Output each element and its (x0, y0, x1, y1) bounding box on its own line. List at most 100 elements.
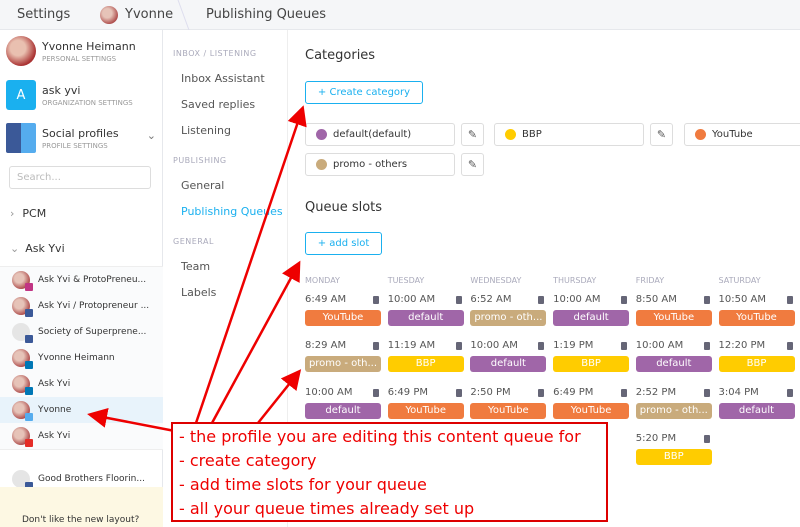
slot-category[interactable]: YouTube (718, 310, 795, 326)
category-name: BBP (522, 129, 542, 140)
nav-general[interactable]: General (181, 179, 224, 192)
edit-icon[interactable]: ✎ (461, 123, 484, 146)
organization-settings[interactable]: Aask yvi ORGANIZATION SETTINGS (6, 80, 133, 110)
nav-publishing-queues[interactable]: Publishing Queues (181, 205, 283, 218)
slot-time: 1:19 PM (553, 340, 594, 352)
category-name: default (333, 129, 369, 140)
profile-item[interactable]: Ask Yvi (0, 371, 163, 397)
trash-icon[interactable] (455, 388, 462, 397)
slot-category[interactable]: default (387, 310, 464, 326)
slot-category[interactable]: YouTube (635, 310, 712, 326)
chevron-right-icon: › (10, 207, 15, 220)
slot-category[interactable]: promo - oth... (305, 356, 381, 373)
trash-icon[interactable] (703, 434, 710, 443)
trash-icon[interactable] (538, 296, 545, 304)
profile-list: Ask Yvi & ProtoPreneu... Ask Yvi / Protop… (0, 266, 163, 450)
slot-category[interactable]: promo - oth... (635, 402, 712, 419)
edit-icon[interactable]: ✎ (650, 123, 673, 146)
nav-labels[interactable]: Labels (181, 286, 216, 299)
slot-category[interactable]: YouTube (305, 310, 381, 326)
breadcrumb-profile[interactable]: Yvonne (125, 7, 173, 22)
trash-icon[interactable] (373, 388, 379, 397)
slot-category[interactable]: BBP (718, 356, 795, 373)
profile-item[interactable]: Society of Superprene... (0, 319, 163, 345)
search-input[interactable]: Search... (9, 166, 151, 189)
slot-category[interactable]: default (718, 402, 795, 419)
trash-icon[interactable] (373, 342, 379, 351)
trash-icon[interactable] (703, 296, 710, 304)
annotation-box: - the profile you are editing this conte… (171, 422, 608, 522)
nav-inbox-assistant[interactable]: Inbox Assistant (181, 72, 265, 85)
slot-time: 6:49 PM (387, 386, 428, 398)
profile-item[interactable]: Ask Yvi & ProtoPreneu... (0, 267, 163, 293)
slot-category[interactable]: YouTube (470, 402, 547, 419)
profile-name: Ask Yvi (38, 379, 71, 389)
slot-category[interactable]: default (553, 310, 630, 326)
nav-saved-replies[interactable]: Saved replies (181, 98, 255, 111)
slot-category[interactable]: default (635, 356, 712, 373)
user-name: Yvonne Heimann (42, 39, 136, 53)
avatar (6, 36, 36, 66)
group-ask-yvi[interactable]: ⌄ Ask Yvi (10, 242, 65, 255)
trash-icon[interactable] (786, 296, 793, 304)
slot-category[interactable]: BBP (387, 356, 464, 373)
trash-icon[interactable] (373, 296, 379, 304)
chevron-down-icon[interactable]: ⌄ (147, 129, 156, 142)
social-profiles[interactable]: Social profiles PROFILE SETTINGS ⌄ (6, 123, 156, 153)
trash-icon[interactable] (621, 342, 628, 351)
default-label: (default) (368, 129, 412, 140)
day-header: FRIDAY (635, 276, 665, 285)
profile-avatar (12, 323, 33, 343)
linkedin-icon (25, 387, 33, 395)
personal-settings[interactable]: Yvonne Heimann PERSONAL SETTINGS (6, 36, 136, 66)
profile-item[interactable]: Yvonne (0, 397, 163, 423)
category-name: YouTube (712, 129, 753, 140)
profile-name: Ask Yvi & ProtoPreneu... (38, 275, 147, 285)
slot-category[interactable]: default (470, 356, 547, 373)
slot-time: 2:52 PM (635, 386, 677, 398)
breadcrumb-settings[interactable]: Settings (17, 7, 70, 22)
trash-icon[interactable] (786, 388, 793, 397)
slot-category[interactable]: promo - oth... (470, 310, 547, 326)
trash-icon[interactable] (621, 388, 628, 397)
slot-category[interactable]: YouTube (553, 402, 630, 419)
trash-icon[interactable] (455, 342, 462, 351)
slot-category[interactable]: YouTube (387, 402, 464, 419)
slot-category[interactable]: default (305, 402, 381, 419)
trash-icon[interactable] (786, 342, 793, 351)
sidebar: Yvonne Heimann PERSONAL SETTINGS Aask yvi… (0, 30, 163, 527)
slot-category[interactable]: BBP (553, 356, 630, 373)
color-dot (695, 129, 706, 140)
add-slot-button[interactable]: + add slot (305, 232, 382, 255)
profile-item[interactable]: Yvonne Heimann (0, 345, 163, 371)
category-promo-others: promo - others (305, 153, 455, 176)
profile-avatar (12, 375, 33, 395)
color-dot (316, 129, 327, 140)
create-category-button[interactable]: + Create category (305, 81, 423, 104)
trash-icon[interactable] (703, 342, 710, 351)
nav-team[interactable]: Team (181, 260, 210, 273)
chevron-down-icon: ⌄ (10, 242, 20, 255)
trash-icon[interactable] (538, 342, 545, 351)
layout-feedback-banner[interactable]: Don't like the new layout? (0, 487, 163, 527)
trash-icon[interactable] (455, 296, 462, 304)
category-BBP: BBP (494, 123, 644, 146)
trash-icon[interactable] (621, 296, 628, 304)
profile-item[interactable]: Ask Yvi / Protopreneur ... (0, 293, 163, 319)
day-header: MONDAY (305, 276, 340, 285)
profile-item[interactable]: Ask Yvi (0, 423, 163, 449)
color-dot (316, 159, 327, 170)
slot-time: 5:20 PM (635, 432, 677, 444)
trash-icon[interactable] (538, 388, 545, 397)
instagram-icon (25, 283, 33, 291)
nav-listening[interactable]: Listening (181, 124, 231, 137)
nav-header: INBOX / LISTENING (173, 49, 257, 58)
org-name: ask yvi (42, 83, 81, 97)
group-pcm[interactable]: › PCM (10, 207, 46, 220)
slot-category[interactable]: BBP (635, 448, 712, 465)
slot-time: 6:52 AM (470, 294, 512, 305)
day-header: THURSDAY (553, 276, 597, 285)
profile-name: Society of Superprene... (38, 327, 147, 337)
trash-icon[interactable] (703, 388, 710, 397)
edit-icon[interactable]: ✎ (461, 153, 484, 176)
